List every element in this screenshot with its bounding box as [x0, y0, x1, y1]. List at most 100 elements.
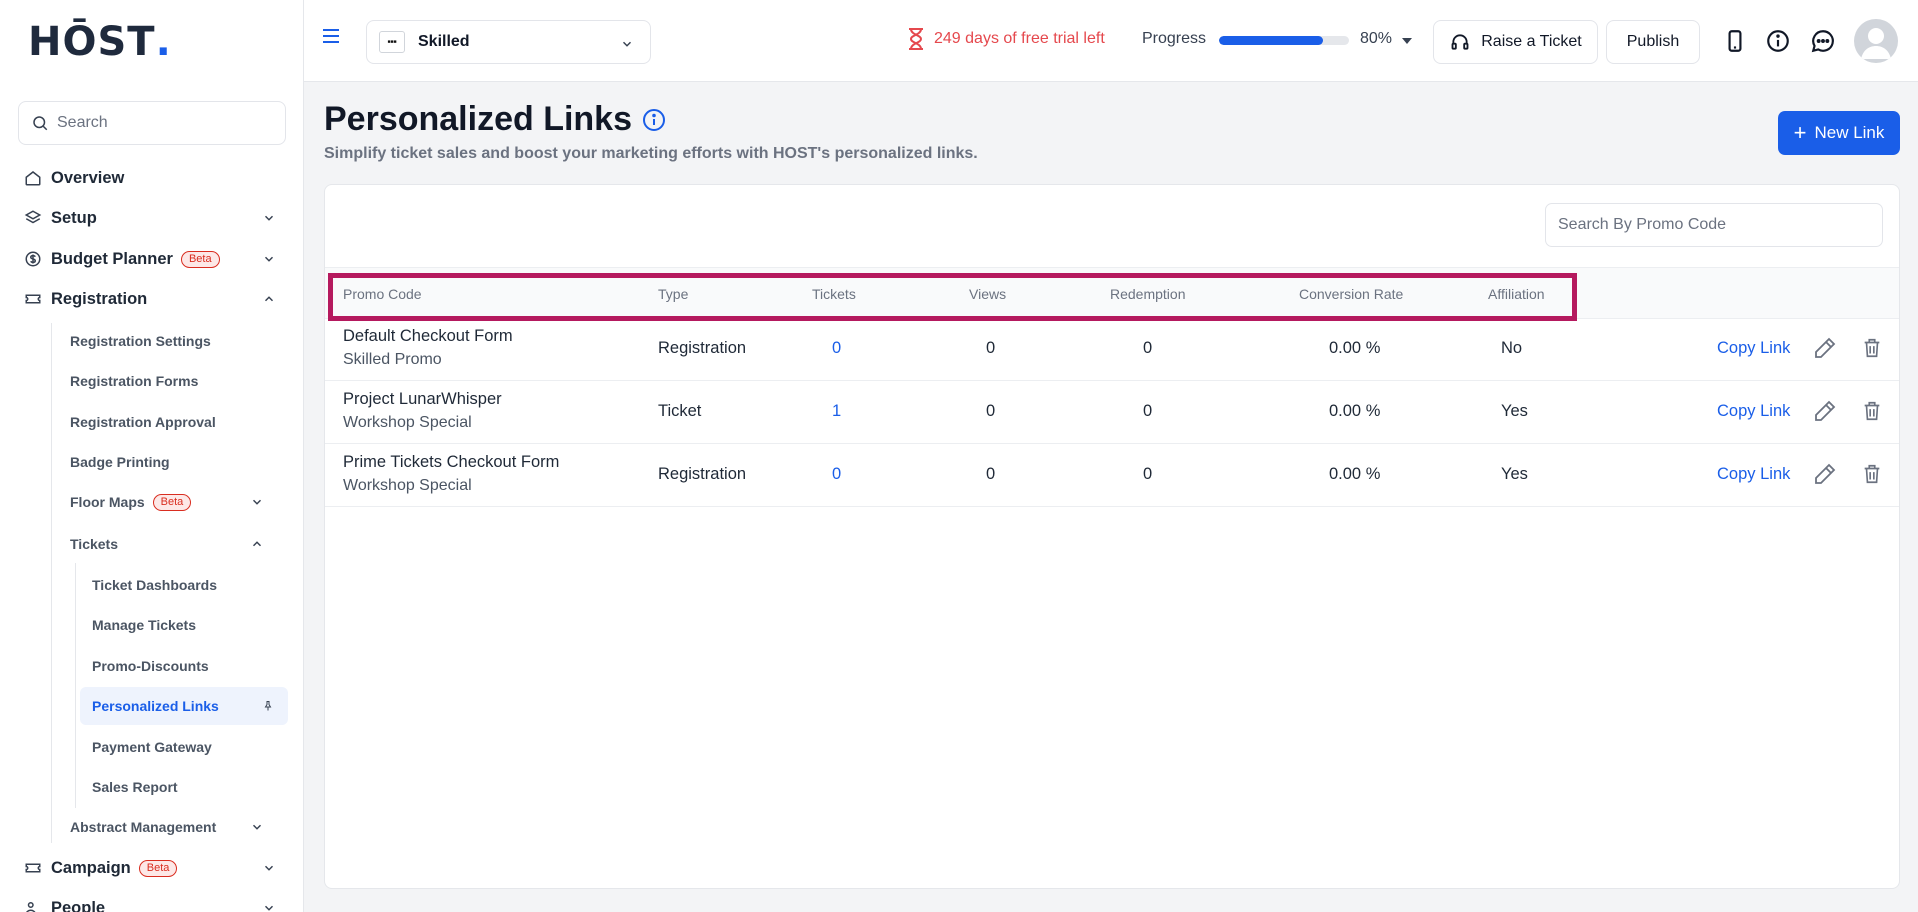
sidebar-item-tickets[interactable]: Tickets — [70, 527, 290, 561]
delete-trash-icon[interactable] — [1861, 336, 1883, 360]
sidebar-item-setup[interactable]: Setup — [0, 199, 303, 237]
sidebar-item-label: Setup — [51, 208, 97, 227]
copy-link-button[interactable]: Copy Link — [1717, 339, 1790, 358]
sidebar-item-campaign[interactable]: Campaign Beta — [0, 849, 303, 887]
info-icon[interactable] — [1765, 28, 1791, 54]
sidebar-item-label: Badge Printing — [70, 454, 170, 470]
row-views: 0 — [986, 402, 996, 420]
search-icon — [33, 116, 48, 131]
new-link-button[interactable]: + New Link — [1778, 111, 1900, 155]
sidebar-item-label: Ticket Dashboards — [92, 577, 218, 593]
tickets-tree-line — [75, 563, 76, 808]
avatar[interactable] — [1854, 19, 1898, 63]
edit-pencil-icon[interactable] — [1813, 399, 1837, 423]
ticket-icon — [25, 863, 41, 873]
beta-badge: Beta — [152, 493, 192, 511]
sidebar-item-label: Abstract Management — [70, 819, 217, 835]
sidebar: HŌST. Search Overview Setup Budget Plann… — [0, 0, 304, 912]
caret-down-icon[interactable] — [1401, 36, 1413, 46]
copy-link-button[interactable]: Copy Link — [1717, 402, 1790, 421]
hourglass-icon — [909, 28, 923, 50]
publish-label: Publish — [1626, 33, 1680, 50]
sidebar-item-registration[interactable]: Registration — [0, 280, 303, 318]
raise-ticket-label: Raise a Ticket — [1481, 33, 1582, 50]
page-subtitle: Simplify ticket sales and boost your mar… — [324, 145, 978, 162]
row-conversion: 0.00 % — [1329, 339, 1381, 357]
mobile-preview-icon[interactable] — [1722, 28, 1748, 54]
row-tickets-link[interactable]: 1 — [832, 402, 841, 421]
sidebar-item-overview[interactable]: Overview — [0, 159, 303, 197]
sidebar-item-registration-forms[interactable]: Registration Forms — [70, 364, 290, 398]
row-type: Ticket — [658, 402, 702, 420]
sidebar-item-label: Promo-Discounts — [92, 658, 209, 674]
row-conversion: 0.00 % — [1329, 465, 1381, 483]
progress-fill — [1219, 36, 1323, 45]
header-highlight-box — [328, 273, 1577, 321]
headset-icon — [1451, 34, 1469, 50]
beta-badge: Beta — [138, 859, 178, 877]
row-promo-name: Project LunarWhisper — [343, 390, 502, 408]
layers-icon — [24, 210, 42, 224]
row-promo-sub: Workshop Special — [343, 414, 472, 431]
table-row: Project LunarWhisper Workshop Special Ti… — [325, 382, 1899, 444]
publish-button[interactable]: Publish — [1606, 20, 1700, 64]
user-icon — [1861, 28, 1891, 59]
info-icon[interactable] — [642, 108, 666, 132]
progress-bar — [1219, 36, 1349, 45]
sidebar-search-placeholder: Search — [57, 114, 108, 131]
event-selector[interactable]: ■■■ Skilled — [366, 20, 651, 64]
sidebar-search-input[interactable]: Search — [18, 101, 286, 145]
hamburger-menu-icon[interactable] — [322, 28, 340, 44]
sidebar-item-badge-printing[interactable]: Badge Printing — [70, 445, 290, 479]
main-content: Personalized Links Simplify ticket sales… — [304, 82, 1918, 912]
sidebar-item-people[interactable]: People — [0, 889, 303, 912]
sidebar-item-label: Registration Approval — [70, 414, 216, 430]
sidebar-item-budget-planner[interactable]: Budget Planner Beta — [0, 240, 303, 278]
delete-trash-icon[interactable] — [1861, 462, 1883, 486]
sidebar-item-registration-approval[interactable]: Registration Approval — [70, 405, 290, 439]
sidebar-item-abstract-management[interactable]: Abstract Management — [70, 810, 290, 844]
page-title-text: Personalized Links — [324, 100, 632, 138]
row-promo-name: Default Checkout Form — [343, 327, 513, 345]
chevron-down-icon — [264, 905, 274, 911]
dollar-circle-icon — [25, 251, 41, 267]
event-name: Skilled — [418, 33, 470, 50]
row-tickets-link[interactable]: 0 — [832, 465, 841, 484]
sidebar-item-registration-settings[interactable]: Registration Settings — [70, 324, 290, 358]
edit-pencil-icon[interactable] — [1813, 462, 1837, 486]
sidebar-item-label: Tickets — [70, 536, 118, 552]
sidebar-item-label: Sales Report — [92, 779, 178, 795]
sidebar-item-sales-report[interactable]: Sales Report — [80, 768, 288, 806]
trial-notice: 249 days of free trial left — [907, 28, 1105, 50]
links-table-card: Promo Code Type Tickets Views Redemption… — [324, 184, 1900, 889]
sidebar-item-floor-maps[interactable]: Floor Maps Beta — [70, 485, 290, 519]
sidebar-item-label: Manage Tickets — [92, 617, 197, 633]
chat-icon[interactable] — [1810, 28, 1836, 54]
copy-link-button[interactable]: Copy Link — [1717, 465, 1790, 484]
logo-dot: . — [155, 19, 171, 65]
sidebar-item-payment-gateway[interactable]: Payment Gateway — [80, 728, 288, 766]
sidebar-item-label: Registration Settings — [70, 333, 211, 349]
row-type: Registration — [658, 465, 747, 483]
promo-search-input[interactable] — [1545, 203, 1883, 247]
host-logo[interactable]: HŌST. — [28, 20, 171, 64]
row-views: 0 — [986, 465, 996, 483]
raise-ticket-button[interactable]: Raise a Ticket — [1433, 20, 1598, 64]
delete-trash-icon[interactable] — [1861, 399, 1883, 423]
sidebar-item-promo-discounts[interactable]: Promo-Discounts — [80, 647, 288, 685]
sidebar-item-ticket-dashboards[interactable]: Ticket Dashboards — [80, 566, 288, 604]
home-icon — [25, 171, 41, 186]
new-link-label: New Link — [1814, 123, 1885, 142]
budget-planner-label: Budget Planner — [51, 249, 173, 268]
pin-icon[interactable] — [262, 700, 274, 712]
row-redemption: 0 — [1143, 402, 1153, 420]
plus-icon: + — [1793, 120, 1807, 145]
sidebar-item-label: Registration — [51, 289, 148, 308]
sidebar-item-personalized-links[interactable]: Personalized Links — [80, 687, 288, 725]
sidebar-item-label: Budget Planner Beta — [51, 250, 220, 269]
row-tickets-link[interactable]: 0 — [832, 339, 841, 358]
edit-pencil-icon[interactable] — [1813, 336, 1837, 360]
sidebar-item-label: Overview — [51, 168, 125, 187]
trial-text: 249 days of free trial left — [934, 30, 1105, 47]
sidebar-item-manage-tickets[interactable]: Manage Tickets — [80, 606, 288, 644]
